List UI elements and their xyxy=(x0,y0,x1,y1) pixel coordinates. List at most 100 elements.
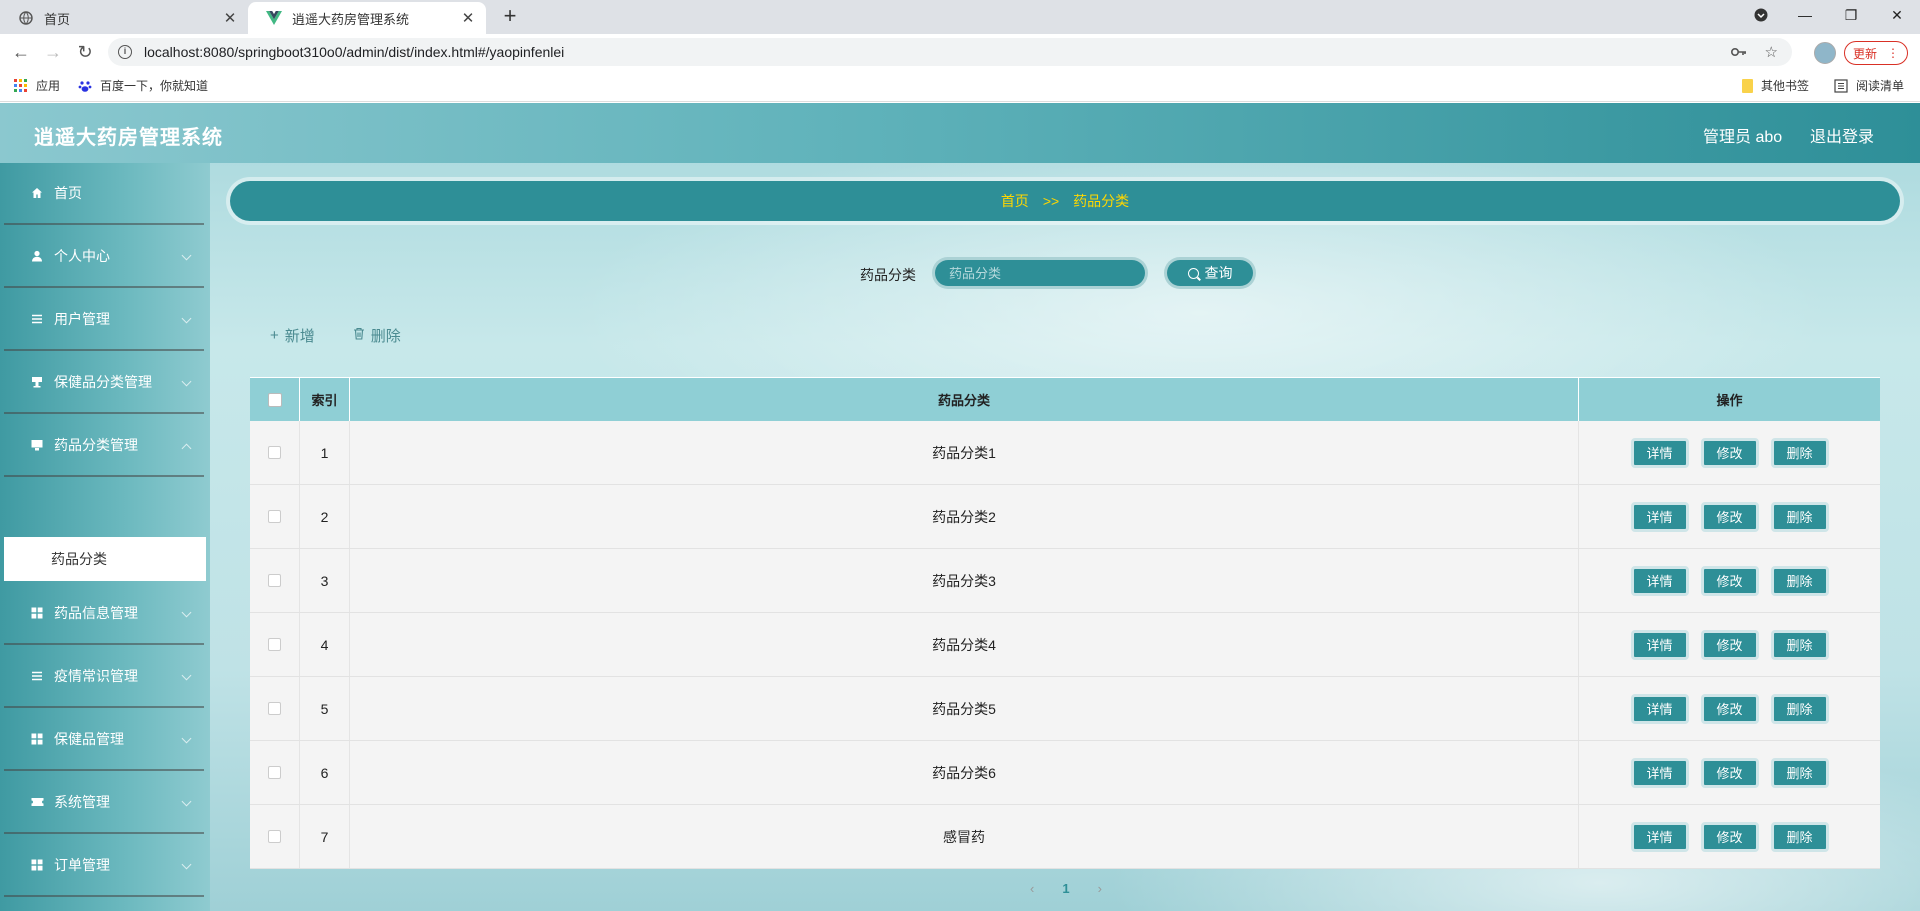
edit-button[interactable]: 修改 xyxy=(1700,501,1759,532)
close-tab-icon[interactable]: ✕ xyxy=(222,9,238,27)
bookmark-baidu[interactable]: 百度一下，你就知道 xyxy=(78,77,208,94)
edit-button[interactable]: 修改 xyxy=(1700,629,1759,660)
new-tab-button[interactable]: + xyxy=(498,5,522,29)
chevron-down-icon xyxy=(181,670,192,681)
next-page-icon[interactable]: › xyxy=(1098,881,1102,896)
detail-button[interactable]: 详情 xyxy=(1630,693,1689,724)
header-ops: 操作 xyxy=(1716,393,1743,408)
delete-button[interactable]: 删除 xyxy=(1770,757,1829,788)
url-text: localhost:8080/springboot310o0/admin/dis… xyxy=(144,44,565,60)
sidebar-item-healthcare[interactable]: 保健品管理 xyxy=(4,709,204,771)
monitor-icon xyxy=(30,438,44,452)
breadcrumb-home[interactable]: 首页 xyxy=(1001,191,1029,211)
delete-button[interactable]: 删除 xyxy=(1770,565,1829,596)
sidebar-subitem-drug-category[interactable]: 药品分类 xyxy=(4,537,206,581)
delete-button[interactable]: 删除 xyxy=(1770,437,1829,468)
delete-button[interactable]: 删除 xyxy=(1770,629,1829,660)
row-ops: 详情 修改 删除 xyxy=(1579,613,1880,676)
detail-button[interactable]: 详情 xyxy=(1630,821,1689,852)
delete-button-label: 删除 xyxy=(370,328,401,345)
url-omnibox[interactable]: i localhost:8080/springboot310o0/admin/d… xyxy=(108,38,1792,66)
detail-button[interactable]: 详情 xyxy=(1630,501,1689,532)
row-ops: 详情 修改 删除 xyxy=(1579,421,1880,484)
sidebar-item-profile[interactable]: 个人中心 xyxy=(4,226,204,288)
back-arrow-icon[interactable]: ← xyxy=(8,40,34,64)
sidebar-item-drug-category[interactable]: 药品分类管理 xyxy=(4,415,204,477)
sidebar-item-healthcare-category[interactable]: 保健品分类管理 xyxy=(4,352,204,414)
delete-button[interactable]: 删除 xyxy=(1770,501,1829,532)
ticket-icon xyxy=(30,795,44,809)
page-number-current[interactable]: 1 xyxy=(1062,881,1069,896)
bookmark-star-icon[interactable]: ☆ xyxy=(1765,43,1778,61)
sidebar: 首页 个人中心 用户管理 保健品分类管理 药品分类管理 药品分类 药品信息管理 … xyxy=(0,163,210,911)
close-tab-icon[interactable]: ✕ xyxy=(460,9,476,27)
sidebar-item-label: 保健品分类管理 xyxy=(54,374,152,390)
row-checkbox[interactable] xyxy=(268,446,281,459)
browser-tab-active[interactable]: 逍遥大药房管理系统 ✕ xyxy=(248,2,486,34)
tab-search-icon[interactable] xyxy=(1738,0,1784,30)
sidebar-item-drug-info[interactable]: 药品信息管理 xyxy=(4,583,204,645)
row-index: 2 xyxy=(300,485,350,548)
detail-button[interactable]: 详情 xyxy=(1630,629,1689,660)
profile-avatar[interactable] xyxy=(1814,42,1836,64)
row-index: 5 xyxy=(300,677,350,740)
row-name: 药品分类6 xyxy=(350,741,1579,804)
sidebar-item-home[interactable]: 首页 xyxy=(4,163,204,225)
detail-button[interactable]: 详情 xyxy=(1630,757,1689,788)
chevron-up-icon xyxy=(181,443,192,454)
row-checkbox[interactable] xyxy=(268,510,281,523)
edit-button[interactable]: 修改 xyxy=(1700,565,1759,596)
breadcrumb-separator: >> xyxy=(1042,193,1060,209)
search-label: 药品分类 xyxy=(860,267,916,283)
row-checkbox[interactable] xyxy=(268,830,281,843)
site-info-icon[interactable]: i xyxy=(118,45,132,59)
bookmark-apps[interactable]: 应用 xyxy=(14,77,60,94)
address-bar: ← → ↻ i localhost:8080/springboot310o0/a… xyxy=(0,34,1920,70)
reload-icon[interactable]: ↻ xyxy=(72,40,98,64)
list-icon xyxy=(30,312,44,326)
chevron-down-icon xyxy=(181,313,192,324)
row-checkbox[interactable] xyxy=(268,702,281,715)
edit-button[interactable]: 修改 xyxy=(1700,693,1759,724)
bulk-delete-button[interactable]: 删除 xyxy=(353,325,401,346)
close-window-icon[interactable]: ✕ xyxy=(1874,0,1920,30)
row-checkbox[interactable] xyxy=(268,574,281,587)
chevron-down-icon xyxy=(181,733,192,744)
sidebar-item-users[interactable]: 用户管理 xyxy=(4,289,204,351)
delete-button[interactable]: 删除 xyxy=(1770,821,1829,852)
edit-button[interactable]: 修改 xyxy=(1700,821,1759,852)
detail-button[interactable]: 详情 xyxy=(1630,565,1689,596)
row-index: 7 xyxy=(300,805,350,868)
tab-title: 逍遥大药房管理系统 xyxy=(292,11,410,27)
bookmark-label: 应用 xyxy=(36,79,61,93)
bookmark-reading-list[interactable]: 阅读清单 xyxy=(1834,77,1904,94)
edit-button[interactable]: 修改 xyxy=(1700,757,1759,788)
sidebar-item-epidemic-knowledge[interactable]: 疫情常识管理 xyxy=(4,646,204,708)
edit-button[interactable]: 修改 xyxy=(1700,437,1759,468)
row-select-cell xyxy=(250,741,300,804)
bookmark-label: 其他书签 xyxy=(1761,79,1810,93)
forward-arrow-icon[interactable]: → xyxy=(40,40,66,64)
browser-tab-home[interactable]: 首页 ✕ xyxy=(0,2,248,34)
key-icon[interactable] xyxy=(1730,44,1747,61)
minimize-icon[interactable]: — xyxy=(1782,0,1828,30)
detail-button[interactable]: 详情 xyxy=(1630,437,1689,468)
delete-button[interactable]: 删除 xyxy=(1770,693,1829,724)
current-user[interactable]: 管理员 abo xyxy=(1703,123,1782,147)
select-all-checkbox[interactable] xyxy=(267,392,282,407)
sidebar-item-system[interactable]: 系统管理 xyxy=(4,772,204,834)
add-button[interactable]: + 新增 xyxy=(270,325,315,346)
logout-link[interactable]: 退出登录 xyxy=(1810,123,1874,147)
sidebar-item-label: 个人中心 xyxy=(54,248,110,264)
bookmark-other[interactable]: 其他书签 xyxy=(1742,77,1809,94)
restore-icon[interactable]: ❐ xyxy=(1828,0,1874,30)
update-button[interactable]: 更新 ⋮ xyxy=(1844,41,1908,65)
update-label: 更新 xyxy=(1852,46,1877,61)
prev-page-icon[interactable]: ‹ xyxy=(1030,881,1034,896)
chevron-down-icon xyxy=(181,607,192,618)
row-checkbox[interactable] xyxy=(268,638,281,651)
row-checkbox[interactable] xyxy=(268,766,281,779)
search-button[interactable]: 查询 xyxy=(1164,257,1256,289)
sidebar-item-orders[interactable]: 订单管理 xyxy=(4,835,204,897)
search-input[interactable] xyxy=(932,257,1148,289)
